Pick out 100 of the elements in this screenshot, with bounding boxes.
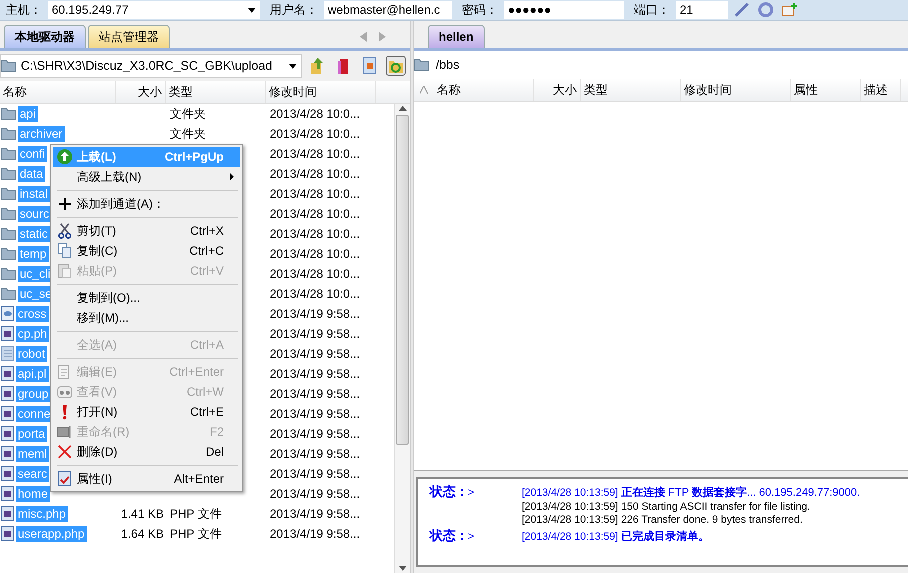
menu-item[interactable]: 删除(D) Del	[53, 442, 240, 462]
file-date: 2013/4/28 10:0...	[269, 287, 362, 301]
menu-item[interactable]: 属性(I) Alt+Enter	[53, 469, 240, 489]
php-file-icon	[1, 466, 15, 482]
menu-item[interactable]: 打开(N) Ctrl+E	[53, 402, 240, 422]
php-file-icon	[1, 366, 15, 382]
tab[interactable]: 本地驱动器	[4, 25, 86, 48]
x-icon	[58, 445, 72, 459]
file-date: 2013/4/19 9:58...	[269, 487, 362, 501]
host-field[interactable]: 60.195.249.77	[48, 1, 260, 19]
scissors-icon	[58, 223, 72, 239]
file-date: 2013/4/19 9:58...	[269, 467, 362, 481]
xml-file-icon	[1, 306, 15, 322]
php-file-icon	[1, 506, 15, 522]
plus-icon	[58, 197, 72, 211]
menu-item[interactable]: 复制到(O)...	[53, 288, 240, 308]
username-label: 用户名：	[269, 2, 319, 18]
folder-icon	[1, 266, 17, 282]
column-header[interactable]: 大小	[116, 81, 166, 103]
file-date: 2013/4/28 10:0...	[269, 207, 362, 221]
php-file-icon	[1, 526, 15, 542]
password-field[interactable]: ●●●●●●	[504, 1, 624, 19]
folder-icon	[1, 206, 17, 222]
menu-item[interactable]: 添加到通道(A)：	[53, 194, 240, 214]
file-date: 2013/4/19 9:58...	[269, 307, 362, 321]
menu-item[interactable]: 复制(C) Ctrl+C	[53, 241, 240, 261]
column-header[interactable]: 修改时间	[681, 79, 791, 101]
php-file-icon	[1, 406, 15, 422]
notepad-icon	[58, 364, 72, 380]
file-date: 2013/4/28 10:0...	[269, 147, 362, 161]
file-size: 1.41 KB	[120, 507, 165, 521]
host-label: 主机：	[5, 2, 43, 18]
menu-item[interactable]: 移到(M)...	[53, 308, 240, 328]
file-date: 2013/4/28 10:0...	[269, 247, 362, 261]
file-type: 文件夹	[169, 106, 207, 122]
file-date: 2013/4/28 10:0...	[269, 227, 362, 241]
prompt-symbol: >	[468, 487, 476, 499]
file-date: 2013/4/19 9:58...	[269, 347, 362, 361]
scroll-up-icon[interactable]	[398, 106, 406, 111]
port-field[interactable]: 21	[676, 1, 728, 19]
file-date: 2013/4/19 9:58...	[269, 427, 362, 441]
log-message: 正在连接 FTP 数据套接字... 60.195.249.77:9000.	[621, 486, 860, 500]
scroll-down-icon[interactable]	[398, 566, 406, 571]
tab[interactable]: hellen	[428, 25, 485, 48]
column-header[interactable]: 属性	[791, 79, 861, 101]
tab[interactable]: 站点管理器	[88, 25, 170, 48]
sync-folder-icon[interactable]	[386, 56, 406, 76]
php-file-icon	[1, 486, 15, 502]
file-type: PHP 文件	[169, 506, 223, 522]
copy-icon	[58, 243, 72, 259]
folder-icon	[1, 246, 17, 262]
file-date: 2013/4/28 10:0...	[269, 107, 362, 121]
column-header[interactable]: 修改时间	[266, 81, 376, 103]
file-date: 2013/4/19 9:58...	[269, 327, 362, 341]
dropdown-icon	[248, 8, 256, 12]
file-date: 2013/4/19 9:58...	[269, 447, 362, 461]
folder-icon	[1, 226, 17, 242]
file-date: 2013/4/19 9:58...	[269, 407, 362, 421]
path-combo[interactable]: C:\SHR\X3\Discuz_X3.0RC_SC_GBK\upload	[0, 54, 302, 78]
file-date: 2013/4/19 9:58...	[269, 367, 362, 381]
file-date: 2013/4/28 10:0...	[269, 167, 362, 181]
scroll-thumb[interactable]	[396, 115, 409, 445]
folder-icon	[1, 126, 17, 142]
file-date: 2013/4/19 9:58...	[269, 507, 362, 521]
folder-icon	[1, 106, 17, 122]
php-file-icon	[1, 446, 15, 462]
password-label: 密码：	[461, 2, 499, 18]
file-date: 2013/4/28 10:0...	[269, 127, 362, 141]
menu-item[interactable]: 剪切(T) Ctrl+X	[53, 221, 240, 241]
log-time: [2013/4/28 10:13:59]	[522, 487, 618, 499]
log-message: 已完成目录清单。	[621, 530, 710, 544]
text-file-icon	[1, 346, 15, 362]
file-type: PHP 文件	[169, 526, 223, 542]
column-header[interactable]: 大小	[534, 79, 581, 101]
folder-icon	[1, 58, 17, 74]
menu-item[interactable]: 高级上载(N)	[53, 167, 240, 187]
file-date: 2013/4/19 9:58...	[269, 387, 362, 401]
file-type: 文件夹	[169, 126, 207, 142]
scroll-left-icon[interactable]	[360, 32, 368, 42]
port-label: 端口：	[633, 2, 671, 18]
column-header[interactable]: 类型	[581, 79, 681, 101]
scrollbar[interactable]	[394, 104, 410, 573]
scroll-right-icon[interactable]	[378, 32, 386, 42]
username-field[interactable]: webmaster@hellen.c	[324, 1, 452, 19]
status-label: 状态：	[430, 527, 468, 545]
status-label: 状态：	[430, 483, 468, 501]
column-header[interactable]: 描述	[861, 79, 901, 101]
log-time: [2013/4/28 10:13:59]	[522, 531, 618, 543]
clipboard-icon	[58, 263, 72, 279]
sort-indicator-icon	[420, 86, 428, 94]
column-header[interactable]: 名称	[0, 81, 116, 103]
column-header[interactable]: 类型	[166, 81, 266, 103]
log-message: 226 Transfer done. 9 bytes transferred.	[621, 514, 803, 526]
dropdown-icon	[289, 64, 297, 68]
column-header[interactable]: 名称	[434, 79, 534, 101]
file-date: 2013/4/28 10:0...	[269, 187, 362, 201]
remote-path[interactable]: /bbs	[436, 58, 460, 72]
php-file-icon	[1, 326, 15, 342]
php-file-icon	[1, 386, 15, 402]
folder-icon	[1, 286, 17, 302]
